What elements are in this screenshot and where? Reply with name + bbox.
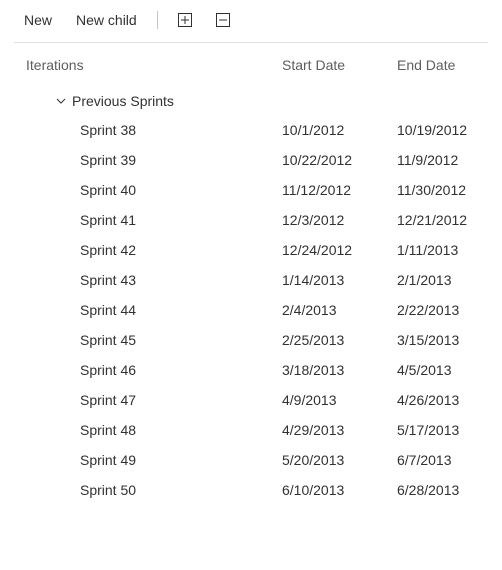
sprint-start-date: 10/1/2012 xyxy=(282,122,397,138)
sprint-start-date: 3/18/2013 xyxy=(282,362,397,378)
sprint-name: Sprint 40 xyxy=(26,182,282,198)
sprint-start-date: 2/25/2013 xyxy=(282,332,397,348)
column-headers: Iterations Start Date End Date xyxy=(0,43,502,87)
sprint-name: Sprint 49 xyxy=(26,452,282,468)
table-row[interactable]: Sprint 452/25/20133/15/2013 xyxy=(0,325,502,355)
sprint-name: Sprint 48 xyxy=(26,422,282,438)
sprint-end-date: 3/15/2013 xyxy=(397,332,502,348)
new-button[interactable]: New xyxy=(20,8,56,32)
new-child-button[interactable]: New child xyxy=(72,8,141,32)
sprint-name: Sprint 39 xyxy=(26,152,282,168)
sprint-start-date: 2/4/2013 xyxy=(282,302,397,318)
table-row[interactable]: Sprint 4011/12/201211/30/2012 xyxy=(0,175,502,205)
sprint-rows: Sprint 3810/1/201210/19/2012Sprint 3910/… xyxy=(0,115,502,505)
sprint-end-date: 12/21/2012 xyxy=(397,212,502,228)
toolbar-separator xyxy=(157,11,158,29)
sprint-end-date: 2/22/2013 xyxy=(397,302,502,318)
sprint-start-date: 11/12/2012 xyxy=(282,182,397,198)
table-row[interactable]: Sprint 506/10/20136/28/2013 xyxy=(0,475,502,505)
expand-all-button[interactable] xyxy=(174,9,196,31)
col-header-start-date[interactable]: Start Date xyxy=(282,57,397,73)
table-row[interactable]: Sprint 3810/1/201210/19/2012 xyxy=(0,115,502,145)
sprint-name: Sprint 47 xyxy=(26,392,282,408)
minus-icon xyxy=(216,13,230,27)
sprint-end-date: 4/26/2013 xyxy=(397,392,502,408)
sprint-name: Sprint 43 xyxy=(26,272,282,288)
group-previous-sprints[interactable]: Previous Sprints xyxy=(0,87,502,115)
sprint-end-date: 4/5/2013 xyxy=(397,362,502,378)
sprint-end-date: 6/7/2013 xyxy=(397,452,502,468)
sprint-end-date: 10/19/2012 xyxy=(397,122,502,138)
sprint-name: Sprint 44 xyxy=(26,302,282,318)
table-row[interactable]: Sprint 463/18/20134/5/2013 xyxy=(0,355,502,385)
sprint-start-date: 10/22/2012 xyxy=(282,152,397,168)
table-row[interactable]: Sprint 4212/24/20121/11/2013 xyxy=(0,235,502,265)
table-row[interactable]: Sprint 495/20/20136/7/2013 xyxy=(0,445,502,475)
sprint-name: Sprint 38 xyxy=(26,122,282,138)
collapse-all-button[interactable] xyxy=(212,9,234,31)
sprint-start-date: 4/29/2013 xyxy=(282,422,397,438)
plus-icon xyxy=(178,13,192,27)
chevron-down-icon xyxy=(56,96,66,106)
sprint-end-date: 11/30/2012 xyxy=(397,182,502,198)
sprint-end-date: 1/11/2013 xyxy=(397,242,502,258)
table-row[interactable]: Sprint 474/9/20134/26/2013 xyxy=(0,385,502,415)
sprint-start-date: 12/3/2012 xyxy=(282,212,397,228)
sprint-end-date: 2/1/2013 xyxy=(397,272,502,288)
sprint-start-date: 4/9/2013 xyxy=(282,392,397,408)
sprint-name: Sprint 45 xyxy=(26,332,282,348)
sprint-name: Sprint 41 xyxy=(26,212,282,228)
sprint-start-date: 5/20/2013 xyxy=(282,452,397,468)
col-header-end-date[interactable]: End Date xyxy=(397,57,482,73)
table-row[interactable]: Sprint 431/14/20132/1/2013 xyxy=(0,265,502,295)
sprint-name: Sprint 46 xyxy=(26,362,282,378)
group-label: Previous Sprints xyxy=(72,93,174,109)
sprint-start-date: 12/24/2012 xyxy=(282,242,397,258)
col-header-iterations[interactable]: Iterations xyxy=(26,57,282,73)
table-row[interactable]: Sprint 484/29/20135/17/2013 xyxy=(0,415,502,445)
sprint-name: Sprint 50 xyxy=(26,482,282,498)
table-row[interactable]: Sprint 3910/22/201211/9/2012 xyxy=(0,145,502,175)
table-row[interactable]: Sprint 4112/3/201212/21/2012 xyxy=(0,205,502,235)
sprint-start-date: 6/10/2013 xyxy=(282,482,397,498)
toolbar: New New child xyxy=(0,0,502,42)
sprint-end-date: 11/9/2012 xyxy=(397,152,502,168)
sprint-name: Sprint 42 xyxy=(26,242,282,258)
sprint-end-date: 6/28/2013 xyxy=(397,482,502,498)
table-row[interactable]: Sprint 442/4/20132/22/2013 xyxy=(0,295,502,325)
sprint-end-date: 5/17/2013 xyxy=(397,422,502,438)
sprint-start-date: 1/14/2013 xyxy=(282,272,397,288)
